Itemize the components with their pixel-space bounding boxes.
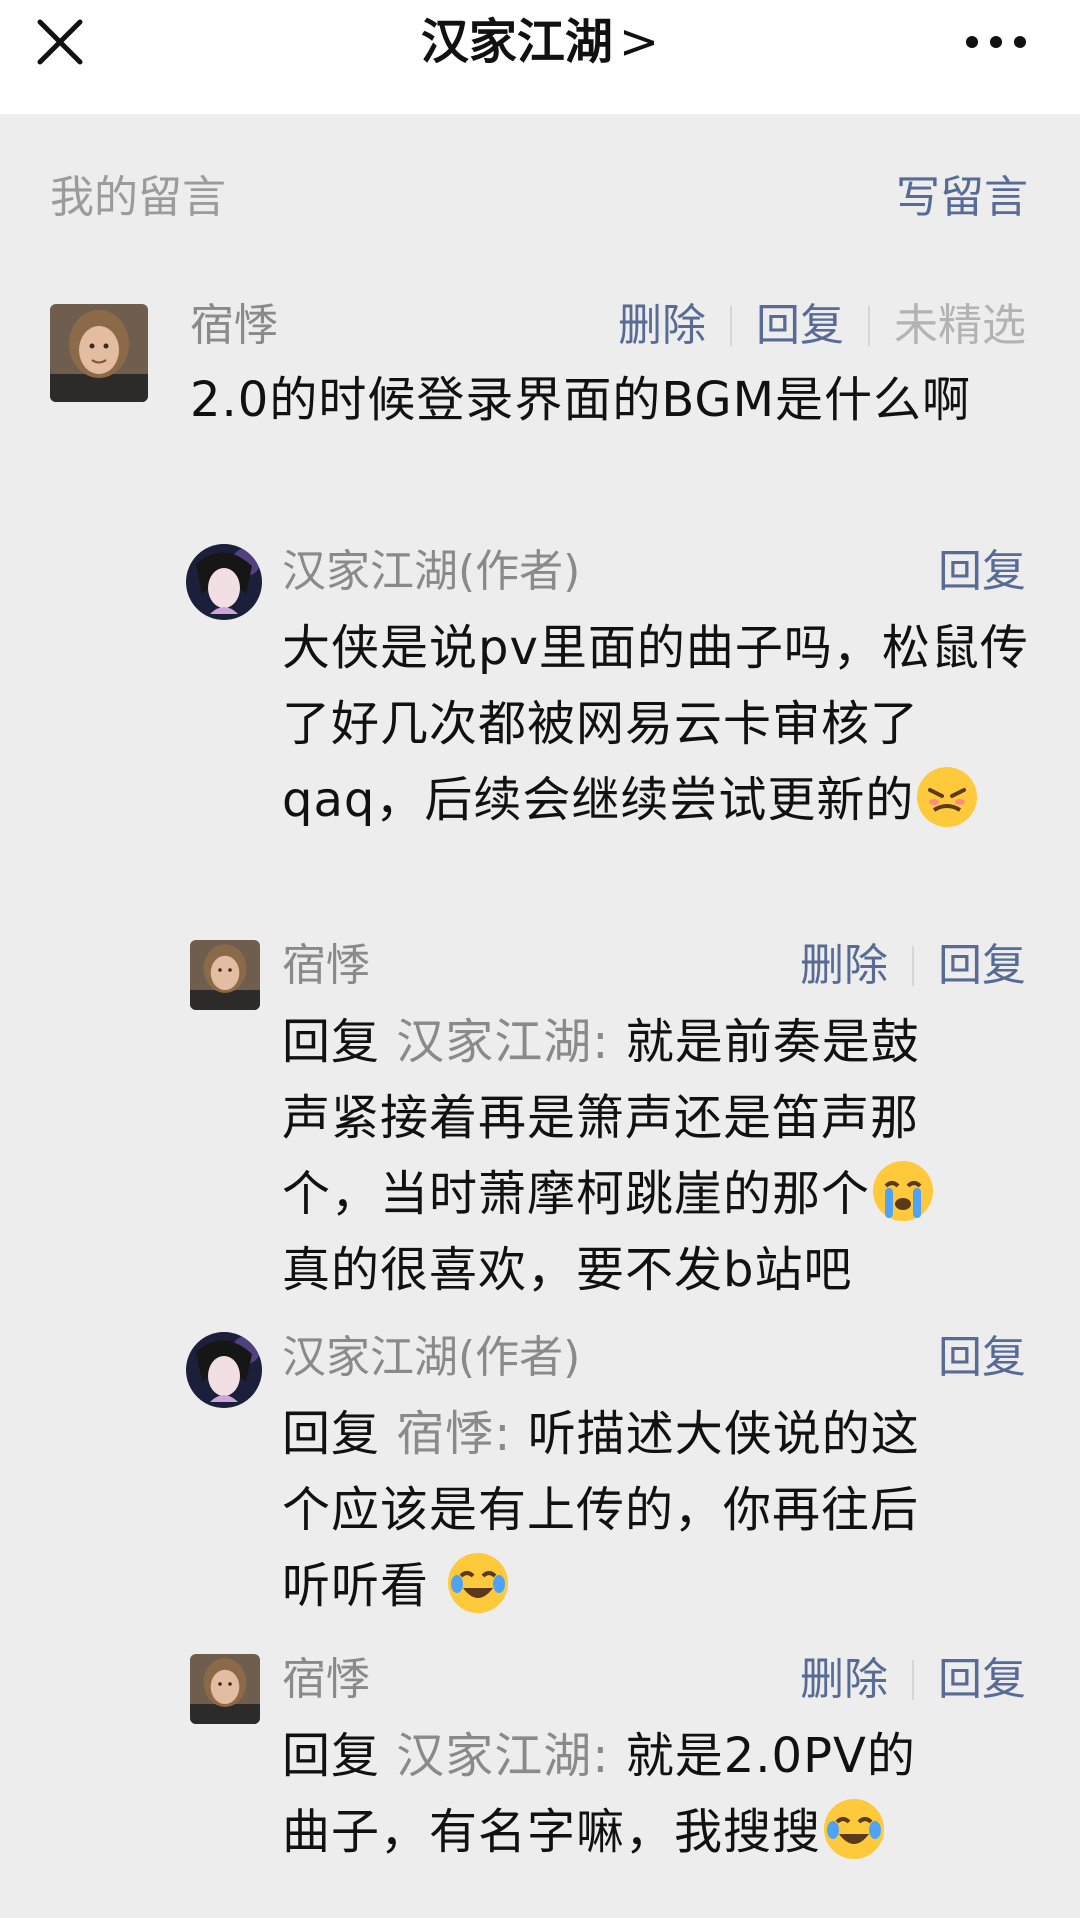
reply-target: 汉家江湖 — [396, 1014, 593, 1070]
reply-colon: : — [592, 1014, 610, 1070]
divider — [912, 946, 914, 986]
reply-line: 回复 汉家江湖: 就是2.0PV的 — [282, 1718, 1032, 1794]
reply-text-line: 就是前奏是鼓 — [625, 1014, 920, 1070]
comment-actions: 删除 回复 未精选 — [618, 298, 1026, 354]
reply-line: 回复 汉家江湖: 就是前奏是鼓 — [282, 1004, 1032, 1080]
reply-line: 个，当时萧摩柯跳崖的那个 — [282, 1156, 1032, 1232]
reply-line: 回复 宿悸: 听描述大侠说的这 — [282, 1396, 1032, 1472]
laughing-tears-emoji-icon — [821, 1796, 887, 1862]
avatar[interactable] — [50, 304, 148, 402]
more-icon[interactable] — [960, 18, 1032, 66]
reply-text-line: 个，当时萧摩柯跳崖的那个 — [282, 1166, 871, 1222]
reply-target: 宿悸 — [396, 1406, 495, 1462]
reply-text-line: 听描述大侠说的这 — [527, 1406, 920, 1462]
avatar[interactable] — [190, 940, 260, 1010]
reply-line: 个应该是有上传的，你再往后 — [282, 1482, 920, 1538]
crying-emoji-icon — [870, 1158, 936, 1224]
reply-author: 宿悸 — [282, 1654, 370, 1705]
chevron-right-icon: > — [618, 14, 660, 70]
reply-actions: 回复 — [938, 1330, 1026, 1386]
comment-author: 宿悸 — [190, 300, 278, 351]
reply-prefix: 回复 — [282, 1406, 381, 1462]
reply-author: 汉家江湖(作者) — [282, 1332, 581, 1383]
author-avatar[interactable] — [186, 544, 262, 620]
divider — [912, 1660, 914, 1700]
laughing-tears-emoji-icon — [445, 1550, 511, 1616]
delete-button[interactable]: 删除 — [800, 938, 888, 994]
reply-button[interactable]: 回复 — [756, 298, 844, 354]
reply-author: 宿悸 — [282, 940, 370, 991]
reply-actions: 回复 — [938, 544, 1026, 600]
write-message-button[interactable]: 写留言 — [896, 170, 1028, 226]
reply-colon: : — [494, 1406, 512, 1462]
reply-text: 回复 汉家江湖: 就是前奏是鼓 声紧接着再是箫声还是笛声那 个，当时萧摩柯跳崖的… — [282, 1004, 1032, 1308]
reply-text-line: 听听看 — [282, 1558, 430, 1614]
reply-line: 真的很喜欢，要不发b站吧 — [282, 1242, 853, 1298]
reply-button[interactable]: 回复 — [938, 1652, 1026, 1708]
comment-text: 2.0的时候登录界面的BGM是什么啊 — [190, 372, 972, 428]
delete-button[interactable]: 删除 — [800, 1652, 888, 1708]
reply-colon: : — [592, 1728, 610, 1784]
reply-prefix: 回复 — [282, 1014, 381, 1070]
delete-button[interactable]: 删除 — [618, 298, 706, 354]
author-avatar[interactable] — [186, 1332, 262, 1408]
reply-text-line: 就是2.0PV的 — [625, 1728, 916, 1784]
top-bar: 汉家江湖 > — [0, 0, 1080, 114]
reply-line: 听听看 — [282, 1548, 1032, 1624]
reply-button[interactable]: 回复 — [938, 1330, 1026, 1386]
reply-actions: 删除 回复 — [800, 1652, 1026, 1708]
reply-line: 曲子，有名字嘛，我搜搜 — [282, 1794, 1032, 1870]
avatar[interactable] — [190, 1654, 260, 1724]
reply-author: 汉家江湖(作者) — [282, 546, 581, 597]
reply-line: 声紧接着再是箫声还是笛声那 — [282, 1090, 920, 1146]
reply-text: 回复 汉家江湖: 就是2.0PV的 曲子，有名字嘛，我搜搜 — [282, 1718, 1032, 1870]
title-text: 汉家江湖 — [420, 14, 613, 70]
reply-text: 大侠是说pv里面的曲子吗，松鼠传了好几次都被网易云卡审核了qaq，后续会继续尝试… — [282, 610, 1032, 838]
my-messages-label: 我的留言 — [50, 172, 226, 223]
reply-actions: 删除 回复 — [800, 938, 1026, 994]
reply-text-line: 曲子，有名字嘛，我搜搜 — [282, 1804, 822, 1860]
reply-target: 汉家江湖 — [396, 1728, 593, 1784]
reply-text: 回复 宿悸: 听描述大侠说的这 个应该是有上传的，你再往后 听听看 — [282, 1396, 1032, 1624]
page-title[interactable]: 汉家江湖 > — [0, 10, 1080, 74]
divider — [730, 306, 732, 346]
reply-button[interactable]: 回复 — [938, 544, 1026, 600]
divider — [868, 306, 870, 346]
angry-crying-emoji-icon — [914, 764, 980, 830]
feature-toggle-button[interactable]: 未精选 — [894, 298, 1026, 354]
reply-button[interactable]: 回复 — [938, 938, 1026, 994]
reply-prefix: 回复 — [282, 1728, 381, 1784]
